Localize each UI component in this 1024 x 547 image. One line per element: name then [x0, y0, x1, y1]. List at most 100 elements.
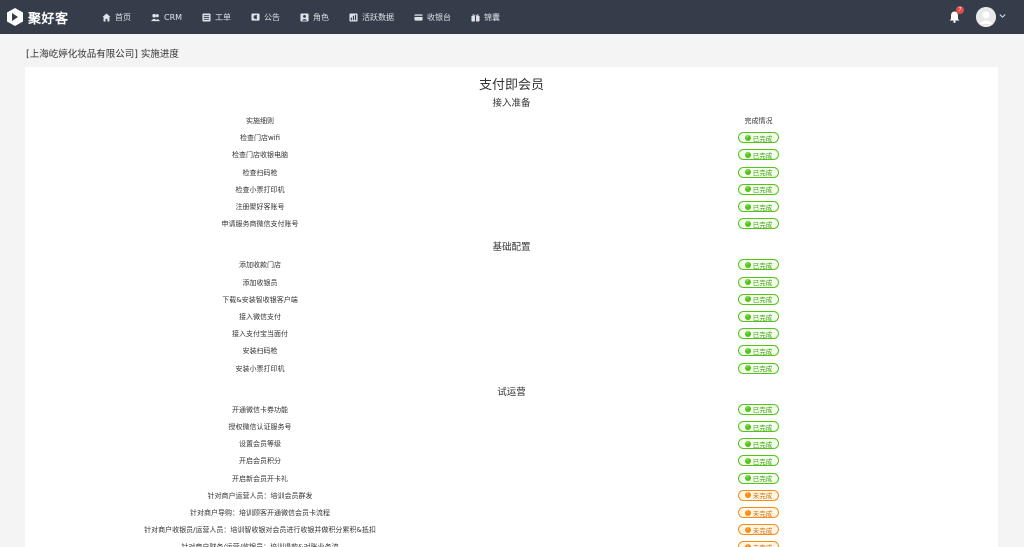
status-label: 已完成: [752, 186, 773, 195]
chevron-down-icon[interactable]: [999, 13, 1006, 19]
status-cell: ✓ 已完成: [738, 345, 779, 357]
task-name: 申请服务商微信支付账号: [221, 220, 299, 229]
table-row: 申请服务商微信支付账号 ✓ 已完成: [25, 216, 998, 232]
check-circle-icon: ✓: [744, 220, 751, 227]
status-badge: ✓ 已完成: [738, 345, 779, 357]
task-name: 下载&安装智收银客户端: [222, 295, 298, 304]
nav-item-tips[interactable]: 锦囊: [471, 0, 500, 34]
avatar[interactable]: [976, 7, 996, 27]
status-label: 未完成: [752, 509, 773, 518]
status-label: 已完成: [752, 365, 773, 374]
status-label: 已完成: [752, 475, 773, 484]
status-label: 未完成: [752, 492, 773, 501]
status-label: 已完成: [752, 330, 773, 339]
status-label: 未完成: [753, 542, 773, 547]
status-label: 已完成: [752, 151, 773, 160]
task-name: 设置会员等级: [239, 440, 281, 449]
table-row: 开启会员积分 ✓ 已完成: [25, 453, 998, 469]
task-name: 开启新会员开卡礼: [232, 474, 288, 483]
nav-label: CRM: [164, 12, 183, 22]
nav-item-roles[interactable]: 角色: [300, 0, 329, 34]
table-row: 检查小票打印机 ✓ 已完成: [25, 182, 998, 198]
task-name: 检查门店收银电脑: [232, 151, 288, 160]
task-name: 检查门店wifi: [239, 134, 281, 143]
status-cell: ✓ 已完成: [738, 166, 779, 178]
logo[interactable]: 聚好客: [7, 7, 69, 27]
table-row: 安装扫码枪 ✓ 已完成: [25, 343, 998, 359]
home-icon: [102, 12, 111, 22]
table-row: 下载&安装智收银客户端 ✓ 已完成: [25, 292, 998, 308]
task-name: 添加收款门店: [239, 261, 281, 270]
table-header-row: 实施细则 完成情况: [25, 113, 998, 129]
task-name: 接入支付宝当面付: [232, 330, 288, 339]
nav-label: 活跃数据: [362, 12, 395, 22]
table-row: 注册聚好客账号 ✓ 已完成: [25, 199, 998, 215]
task-name: 针对商户财务/运营/收银员：培训退款&对账业务流: [125, 539, 395, 547]
check-circle-icon: ✓: [744, 330, 751, 337]
status-badge: ✓ 已完成: [738, 362, 779, 374]
status-label: 已完成: [752, 313, 773, 322]
status-badge: ✓ 已完成: [738, 328, 779, 340]
logo-text: 聚好客: [28, 11, 69, 27]
nav-label: 角色: [313, 12, 330, 22]
status-label: 已完成: [752, 261, 773, 270]
task-name: 针对商户收银员/运营人员：培训智收银对会员进行收银并做积分累积&抵扣: [144, 526, 376, 535]
status-badge: ✓ 已完成: [738, 472, 779, 484]
status-badge: ✓ 已完成: [738, 421, 779, 432]
gift-icon: [471, 13, 480, 22]
table-row: 设置会员等级 ✓ 已完成: [25, 436, 998, 452]
status-label: 已完成: [752, 457, 773, 466]
status-badge: ✓ 已完成: [738, 201, 779, 212]
task-name: 针对商户运营人员：培训会员群发: [207, 491, 313, 500]
column-header-item: 实施细则: [246, 117, 274, 125]
table-row: 针对商户收银员/运营人员：培训智收银对会员进行收银并做积分累积&抵扣 ! 未完成: [25, 522, 998, 538]
nav-label: 工单: [215, 12, 232, 22]
check-circle-icon: ✓: [744, 313, 751, 320]
nav-label: 公告: [264, 12, 281, 22]
nav-item-activity-data[interactable]: 活跃数据: [349, 0, 394, 34]
table-row: 开启新会员开卡礼 ✓ 已完成: [25, 471, 998, 487]
section-title: 接入准备: [492, 98, 531, 109]
status-cell: !未完成: [738, 524, 779, 536]
check-circle-icon: ✓: [744, 365, 751, 372]
section-title: 基础配置: [492, 242, 531, 254]
status-label: 已完成: [752, 406, 773, 415]
status-label: 已完成: [752, 220, 773, 229]
nav-item-tickets[interactable]: 工单: [202, 0, 231, 34]
table-row: 接入微信支付 ✓ 已完成: [25, 309, 998, 325]
table-row: 检查扫码枪 ✓ 已完成: [25, 165, 998, 181]
status-label: 已完成: [752, 134, 773, 143]
progress-card: 支付即会员 接入准备 实施细则 完成情况 检查门店wifi ✓ 已完成 检查门店收银电脑 ✓ 已…: [25, 67, 998, 547]
user-card-icon: [300, 12, 309, 22]
check-circle-icon: ✓: [744, 279, 751, 286]
status-label: 已完成: [752, 296, 773, 305]
check-circle-icon: ✓: [744, 169, 751, 176]
task-name: 注册聚好客账号: [235, 203, 285, 211]
check-circle-icon: ✓: [744, 134, 751, 141]
logo-icon: [7, 8, 23, 26]
table-row: 检查门店收银电脑 ✓ 已完成: [25, 147, 998, 163]
notification-badge: 7: [956, 6, 964, 14]
status-badge: ✓ 已完成: [738, 183, 779, 195]
status-cell: ✓ 已完成: [738, 438, 779, 450]
status-badge: ✓ 已完成: [738, 149, 779, 161]
task-name: 添加收银员: [242, 278, 278, 287]
status-badge: ✓ 已完成: [738, 166, 779, 178]
table-row: 添加收银员 ✓ 已完成: [25, 275, 998, 291]
task-name: 开启会员积分: [239, 457, 281, 466]
nav-item-announcements[interactable]: 公告: [251, 0, 280, 34]
table-row: 检查门店wifi ✓ 已完成: [25, 130, 998, 146]
column-header-status: 完成情况: [744, 117, 773, 125]
top-nav-bar: 聚好客 首页 CRM 工单 公告 角色 活跃数据 收银台 锦囊 7: [0, 0, 1024, 34]
exclamation-circle-icon: !: [744, 492, 751, 499]
task-name: 授权微信认证服务号: [228, 423, 292, 431]
status-badge: ✓ 已完成: [738, 293, 779, 305]
status-cell: ✓ 已完成: [738, 362, 779, 374]
status-cell: ✓ 已完成: [738, 132, 779, 144]
nav-item-cashier[interactable]: 收银台: [414, 0, 451, 34]
table-row: 针对商户运营人员：培训会员群发! 未完成: [25, 488, 998, 504]
nav-item-home[interactable]: 首页: [102, 0, 131, 34]
exclamation-circle-icon: !: [744, 509, 751, 516]
status-badge: ✓ 已完成: [738, 259, 779, 271]
nav-item-crm[interactable]: CRM: [151, 0, 182, 34]
